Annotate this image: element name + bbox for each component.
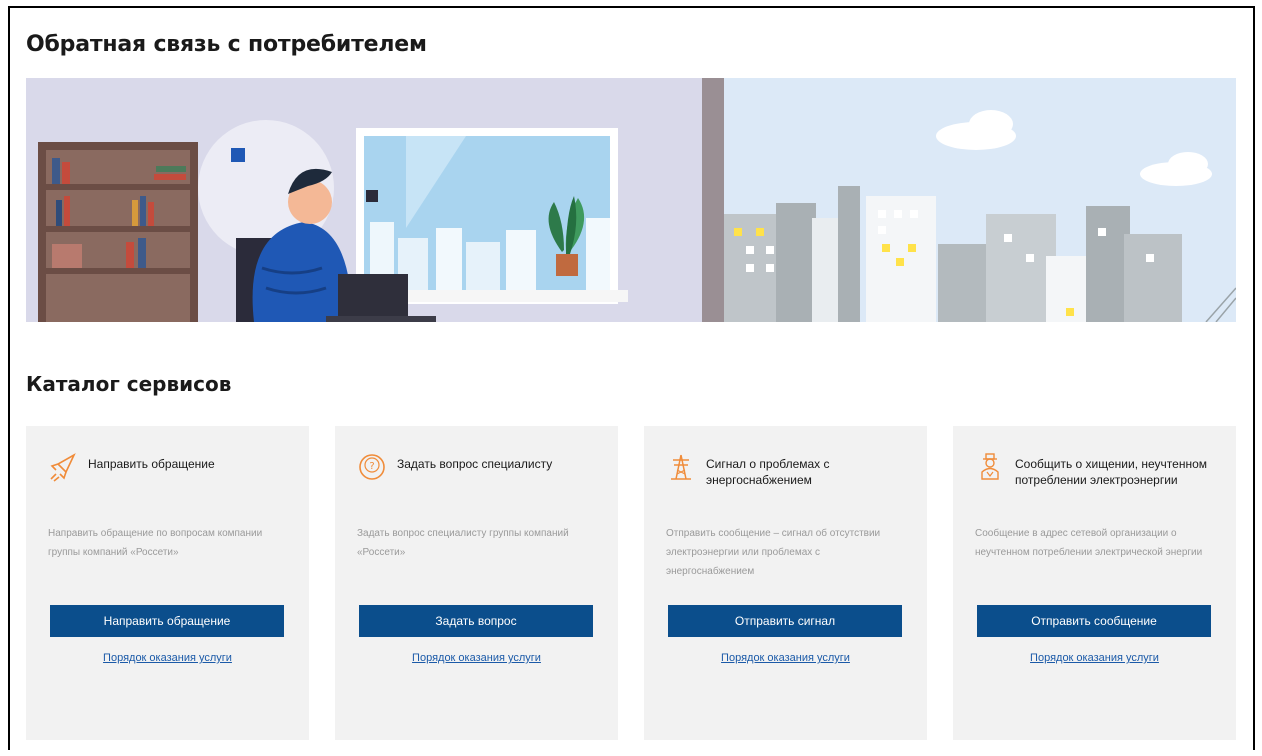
send-message-button[interactable]: Отправить сообщение — [977, 605, 1211, 637]
page-frame: Обратная связь с потребителем Каталог се… — [8, 6, 1255, 750]
card-title: Задать вопрос специалисту — [397, 457, 553, 471]
service-card-appeal: Направить обращение Направить обращение … — [26, 426, 309, 740]
card-description: Направить обращение по вопросам компании… — [48, 528, 263, 558]
service-card-question: ? Задать вопрос специалисту Задать вопро… — [335, 426, 618, 740]
card-title: Сообщить о хищении, неучтенном потреблен… — [1015, 457, 1207, 487]
ask-question-button[interactable]: Задать вопрос — [359, 605, 593, 637]
service-procedure-link[interactable]: Порядок оказания услуги — [335, 652, 618, 664]
card-description: Сообщение в адрес сетевой организации о … — [975, 528, 1203, 558]
service-card-signal: Сигнал о проблемах с энергоснабжением От… — [644, 426, 927, 740]
svg-text:?: ? — [369, 461, 374, 472]
card-title: Сигнал о проблемах с энергоснабжением — [706, 457, 830, 487]
hero-illustration — [26, 78, 1236, 322]
service-procedure-link[interactable]: Порядок оказания услуги — [644, 652, 927, 664]
send-appeal-button[interactable]: Направить обращение — [50, 605, 284, 637]
service-card-theft: Сообщить о хищении, неучтенном потреблен… — [953, 426, 1236, 740]
card-description: Отправить сообщение – сигнал об отсутств… — [666, 528, 881, 577]
card-title: Направить обращение — [88, 457, 215, 471]
service-procedure-link[interactable]: Порядок оказания услуги — [953, 652, 1236, 664]
question-circle-icon: ? — [359, 454, 385, 480]
rocket-icon — [50, 453, 76, 482]
service-procedure-link[interactable]: Порядок оказания услуги — [26, 652, 309, 664]
thief-icon — [981, 453, 999, 480]
send-signal-button[interactable]: Отправить сигнал — [668, 605, 902, 637]
hero-banner — [26, 78, 1236, 322]
page-title: Обратная связь с потребителем — [26, 32, 427, 57]
power-tower-icon — [671, 454, 691, 480]
card-description: Задать вопрос специалисту группы компани… — [357, 528, 569, 558]
catalog-title: Каталог сервисов — [26, 372, 232, 396]
